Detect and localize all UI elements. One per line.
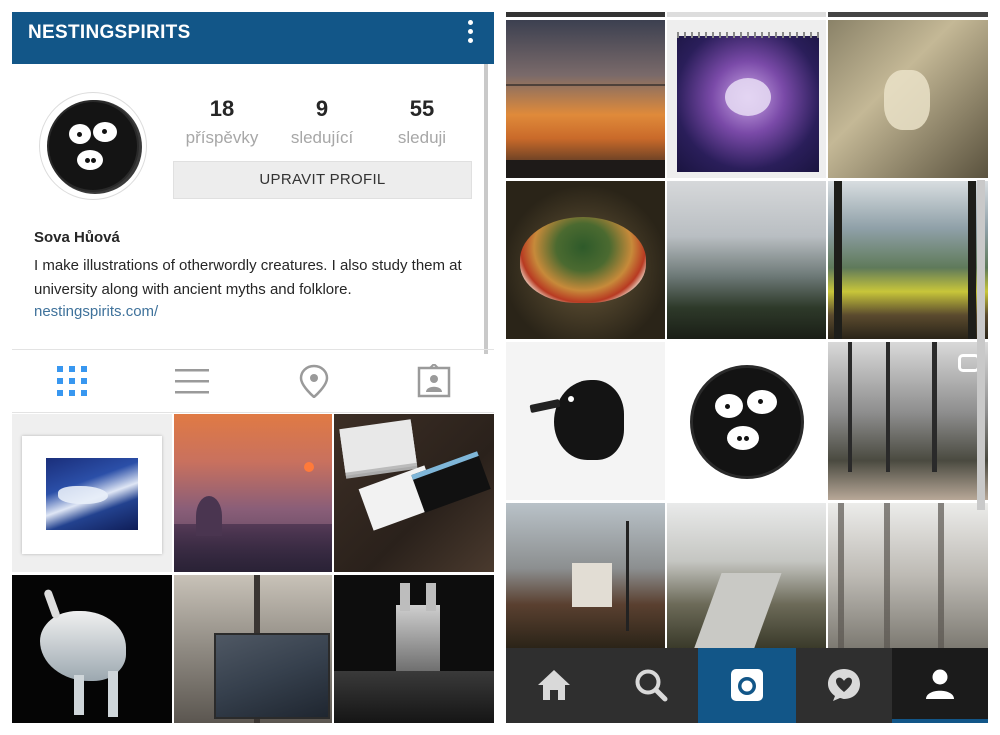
photo-tile[interactable]: [667, 181, 826, 339]
stat-posts[interactable]: 18 příspěvky: [172, 96, 272, 148]
nav-home[interactable]: [506, 648, 602, 723]
nav-activity[interactable]: [796, 648, 892, 723]
photo-tile[interactable]: [828, 342, 988, 500]
grid-icon[interactable]: [55, 364, 89, 398]
activity-heart-icon: [828, 669, 860, 701]
followers-label: sledující: [290, 128, 354, 147]
profile-username-title: NESTINGSPIRITS: [28, 22, 191, 43]
photo-tile[interactable]: [506, 503, 665, 648]
photo-tile[interactable]: [667, 20, 826, 178]
nav-profile[interactable]: [892, 648, 988, 723]
scrollbar[interactable]: [977, 180, 985, 510]
posts-count: 18: [209, 96, 235, 121]
photo-tile[interactable]: [828, 181, 988, 339]
profile-photo-feed-screen: [506, 12, 988, 723]
camera-icon: [731, 669, 763, 701]
list-icon[interactable]: [175, 364, 209, 398]
photo-tile[interactable]: [334, 575, 494, 723]
nest-creature-logo: [49, 102, 137, 190]
avatar[interactable]: [39, 92, 147, 200]
app-header: NESTINGSPIRITS: [12, 12, 494, 64]
posts-label: příspěvky: [185, 128, 259, 147]
photo-tile[interactable]: [174, 414, 332, 572]
profile-view-tabs: [12, 349, 494, 413]
photo-tile[interactable]: [506, 12, 665, 17]
photo-tile[interactable]: [12, 575, 172, 723]
nav-camera[interactable]: [698, 648, 796, 723]
location-pin-icon[interactable]: [297, 364, 331, 399]
photo-tile[interactable]: [667, 12, 826, 17]
home-icon: [538, 670, 570, 700]
edit-profile-button[interactable]: UPRAVIT PROFIL: [173, 161, 472, 199]
photo-tile[interactable]: [506, 181, 665, 339]
stat-followers[interactable]: 9 sledující: [272, 96, 372, 148]
photo-tile[interactable]: [12, 414, 172, 572]
followers-count: 9: [315, 96, 329, 121]
profile-icon: [926, 669, 954, 699]
following-count: 55: [409, 96, 435, 121]
photo-tile[interactable]: [667, 342, 826, 500]
profile-bio: I make illustrations of otherwordly crea…: [34, 257, 462, 298]
photo-tile[interactable]: [506, 20, 665, 178]
profile-full-name: Sova Hůová: [34, 229, 120, 246]
nesting-spirits-logo: [693, 368, 801, 476]
nav-search[interactable]: [602, 648, 698, 723]
profile-screen: NESTINGSPIRITS 18 příspěvky 9 sledující …: [12, 12, 494, 723]
active-tab-indicator: [892, 719, 988, 723]
bottom-navigation-bar: [506, 648, 988, 723]
photo-tile[interactable]: [828, 503, 988, 648]
photo-tile[interactable]: [828, 20, 988, 178]
following-label: sleduji: [397, 128, 447, 147]
tagged-photos-icon[interactable]: [417, 362, 451, 398]
photo-tile[interactable]: [334, 414, 494, 572]
more-options-icon[interactable]: [466, 20, 474, 48]
scrollbar[interactable]: [484, 64, 488, 354]
profile-website-link[interactable]: nestingspirits.com/: [34, 303, 158, 320]
photo-tile[interactable]: [667, 503, 826, 648]
stat-following[interactable]: 55 sleduji: [372, 96, 472, 148]
search-icon: [635, 669, 668, 702]
photo-tile[interactable]: [506, 342, 665, 500]
photo-tile[interactable]: [828, 12, 988, 17]
photo-tile[interactable]: [174, 575, 332, 723]
